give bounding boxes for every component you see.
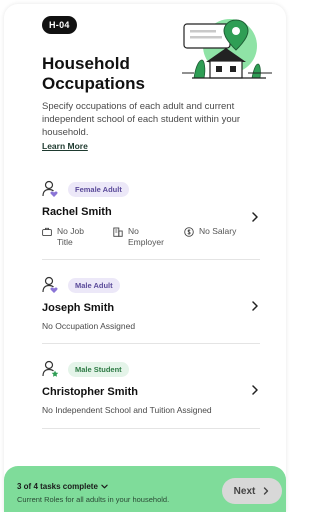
step-badge: H-04 [42,16,77,34]
chevron-right-icon[interactable] [250,301,260,311]
person-card-joseph[interactable]: Male Adult Joseph Smith No Occupation As… [42,276,260,331]
employer-value: No Employer [128,226,164,247]
page-title: Household Occupations [42,54,145,93]
role-tag: Male Adult [68,277,120,293]
employer-detail: No Employer [113,226,172,248]
job-title-value: No Job Title [57,226,84,247]
chevron-right-icon [264,487,269,495]
next-button[interactable]: Next [222,478,282,504]
school-note: No Independent School and Tuition Assign… [42,405,212,415]
person-name: Christopher Smith [42,386,138,398]
task-subtitle: Current Roles for all adults in your hou… [17,495,170,504]
chevron-down-icon [101,484,108,489]
salary-value: No Salary [199,226,237,236]
divider [42,428,260,429]
role-tag: Female Adult [68,181,129,197]
occupation-note: No Occupation Assigned [42,321,136,331]
person-card-christopher[interactable]: Male Student Christopher Smith No Indepe… [42,360,260,415]
next-button-label: Next [233,485,256,497]
task-status-toggle[interactable]: 3 of 4 tasks complete [17,482,108,491]
page-description: Specify occupations of each adult and cu… [42,101,241,138]
male-user-icon [42,276,58,293]
divider [42,343,260,344]
building-icon [113,227,123,237]
divider [42,259,260,260]
chevron-right-icon[interactable] [250,385,260,395]
task-progress-footer: 3 of 4 tasks complete Current Roles for … [4,466,286,512]
dollar-icon [184,227,194,237]
job-title-detail: No Job Title [42,226,101,248]
house-location-illustration [182,19,272,79]
chevron-right-icon[interactable] [250,212,260,222]
briefcase-icon [42,227,52,237]
female-user-icon [42,180,58,197]
salary-detail: No Salary [184,226,243,248]
role-tag: Male Student [68,361,129,377]
main-card: H-04 Household Occupations Specify occup… [4,4,286,512]
learn-more-link[interactable]: Learn More [42,141,88,151]
task-status-text: 3 of 4 tasks complete [17,482,98,491]
person-name: Joseph Smith [42,302,115,314]
student-user-icon [42,360,59,377]
person-card-rachel[interactable]: Female Adult Rachel Smith No Job Title N… [42,180,260,248]
person-name: Rachel Smith [42,206,112,218]
